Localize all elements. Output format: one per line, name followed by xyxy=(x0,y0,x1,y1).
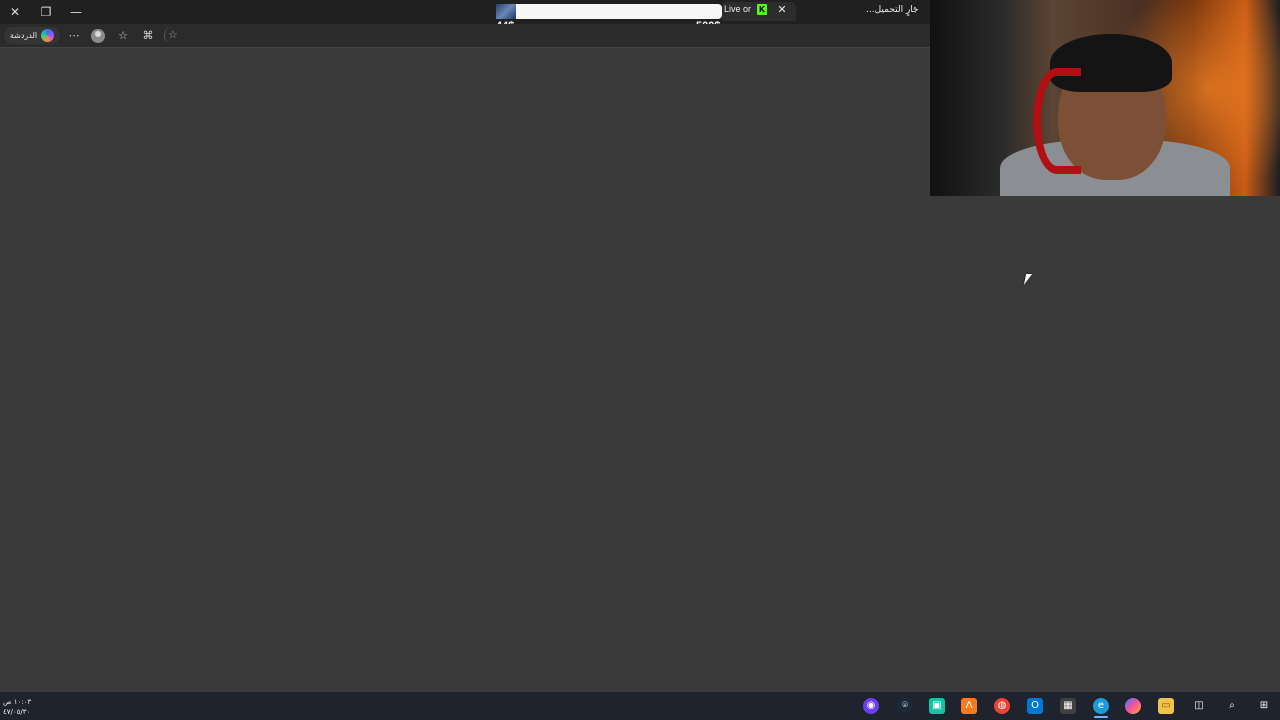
loading-icon: ⠂ xyxy=(913,4,919,13)
steam-icon[interactable]: ⌾ xyxy=(897,698,913,714)
loading-tab-title[interactable]: ...جارٍ التحميل xyxy=(866,5,919,15)
close-window-icon[interactable]: ✕ xyxy=(5,3,25,21)
outlook-icon[interactable]: O xyxy=(1027,698,1043,714)
profile-icon[interactable] xyxy=(91,29,105,43)
close-tab-icon[interactable]: ✕ xyxy=(776,3,788,17)
donation-goal-bar xyxy=(516,4,722,19)
tab-title: Live or xyxy=(724,4,752,14)
copilot-icon xyxy=(41,29,55,42)
edge-icon[interactable]: e xyxy=(1093,698,1109,714)
discord-icon[interactable]: ◉ xyxy=(863,698,879,714)
system-clock[interactable]: ١٠:٠٣ ص ٤٧/٠٥/٣٠ xyxy=(3,697,31,717)
active-app-indicator xyxy=(1094,716,1108,718)
favorites-icon[interactable]: ☆ xyxy=(115,28,131,44)
kick-icon: K xyxy=(757,4,767,15)
chat-label: الدردشة xyxy=(9,31,38,40)
taskbar xyxy=(0,692,1280,720)
extensions-icon[interactable]: ⌘ xyxy=(140,28,156,44)
store-icon[interactable]: ▦ xyxy=(1060,698,1076,714)
mouse-cursor-icon xyxy=(1023,274,1033,285)
more-options-icon[interactable]: ⋯ xyxy=(66,28,82,44)
add-favorite-icon[interactable]: ☆ xyxy=(168,28,178,41)
start-icon[interactable]: ⊞ xyxy=(1256,698,1272,714)
search-icon[interactable]: ⌕ xyxy=(1224,698,1240,714)
task-view-icon[interactable]: ◫ xyxy=(1191,698,1207,714)
clock-time: ١٠:٠٣ ص xyxy=(3,698,32,706)
clock-date: ٤٧/٠٥/٣٠ xyxy=(3,708,31,716)
tiktok-icon[interactable]: ▣ xyxy=(929,698,945,714)
address-bar[interactable] xyxy=(164,27,925,44)
ai-app-icon[interactable]: Λ xyxy=(961,698,977,714)
chrome-icon[interactable]: ◍ xyxy=(994,698,1010,714)
webcam-overlay xyxy=(930,0,1280,196)
copilot-icon[interactable] xyxy=(1125,698,1141,714)
copilot-chat-button[interactable]: الدردشة xyxy=(4,27,60,44)
minimize-window-icon[interactable]: — xyxy=(66,3,86,21)
webcam-headset xyxy=(1033,68,1081,174)
restore-window-icon[interactable]: ❐ xyxy=(36,3,56,21)
goal-thumbnail xyxy=(496,4,516,19)
file-explorer-icon[interactable]: ▭ xyxy=(1158,698,1174,714)
